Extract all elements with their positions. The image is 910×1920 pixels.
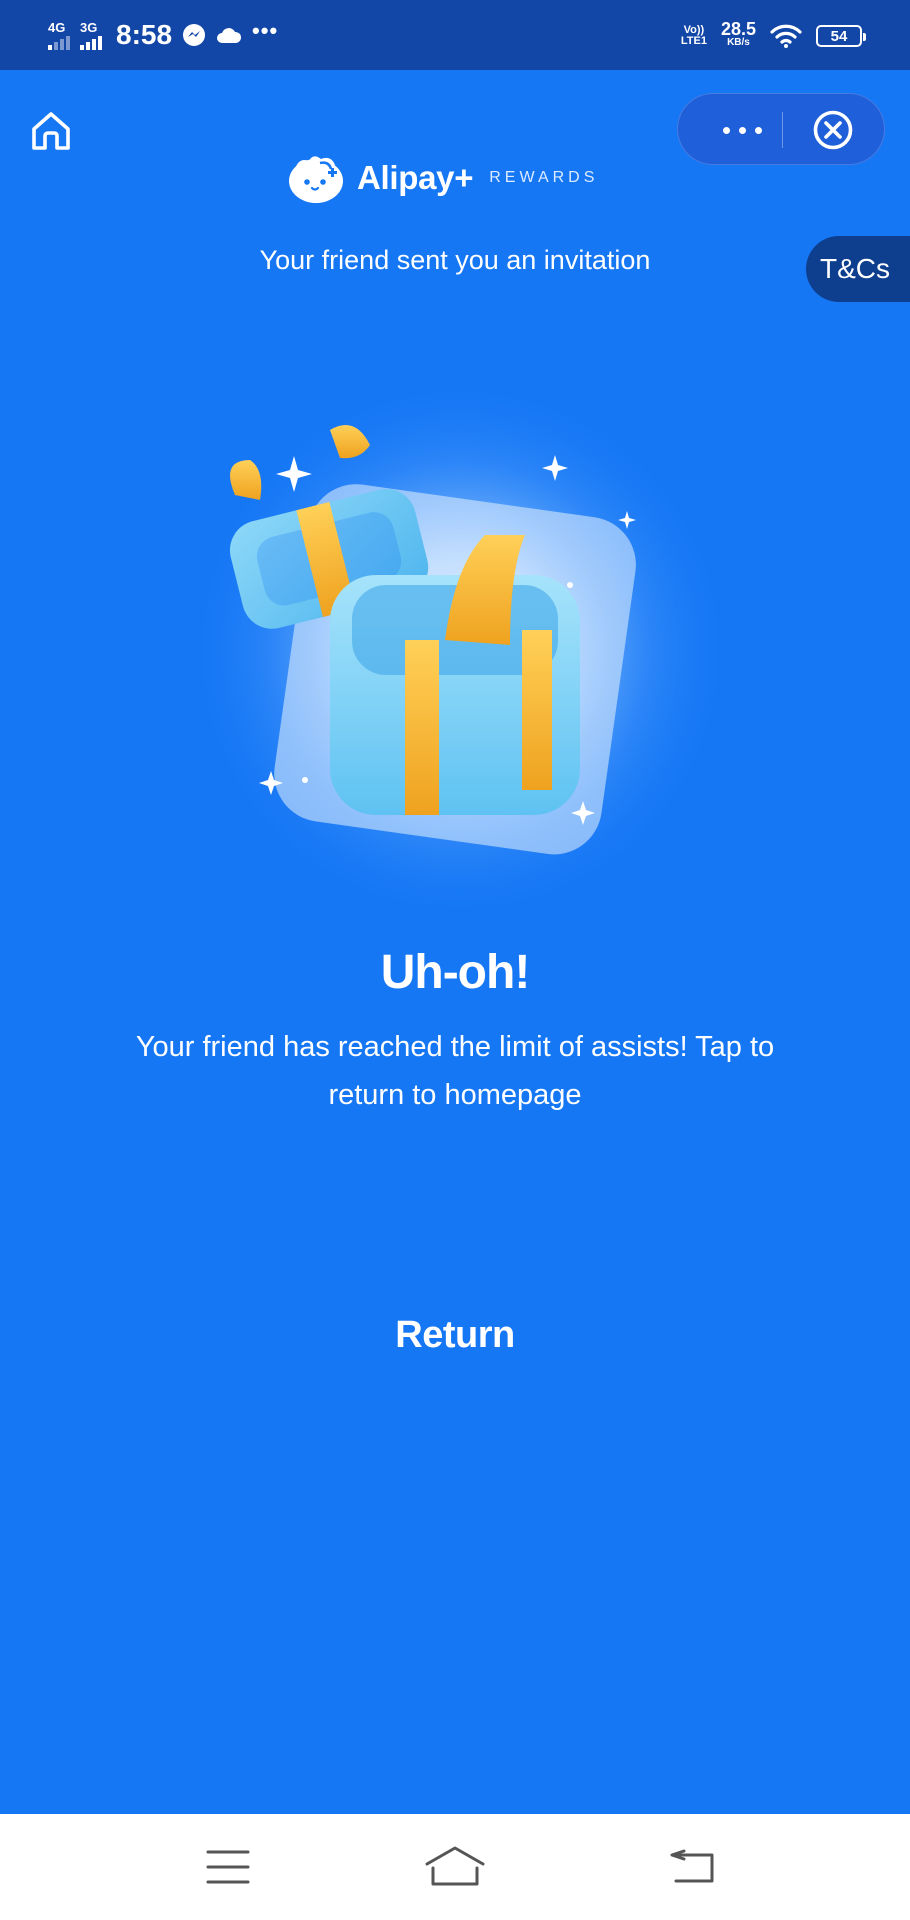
miniapp-capsule [677, 93, 885, 165]
gift-box-illustration [190, 380, 730, 920]
more-notifications-icon: ••• [252, 18, 279, 43]
mascot-logo-icon [289, 156, 343, 203]
close-icon[interactable] [812, 109, 854, 151]
back-icon[interactable] [670, 1847, 716, 1885]
battery-level: 54 [830, 27, 848, 45]
signal-bars-icon [80, 35, 102, 50]
status-left: 4G 3G 8:58 ••• [48, 14, 278, 56]
logo-tag: REWARDS [489, 169, 599, 186]
logo-name: Alipay+ [357, 159, 474, 196]
network-speed: 28.5 KB/s [720, 19, 756, 50]
network-label-3g: 3G [80, 19, 98, 35]
signal-3g: 3G [80, 21, 102, 50]
battery-icon: 54 [816, 25, 866, 47]
more-options-button[interactable] [712, 94, 772, 166]
status-right: Vo)) LTE1 28.5 KB/s 54 [681, 16, 866, 56]
alipay-rewards-logo: Alipay+ REWARDS [285, 150, 598, 206]
volte-indicator: Vo)) LTE1 [681, 25, 707, 47]
return-button[interactable]: Return [355, 1305, 555, 1365]
wifi-icon [770, 24, 802, 48]
error-title: Uh-oh! [380, 946, 531, 999]
signal-bars-icon [48, 35, 70, 50]
tcs-tab[interactable]: T&Cs [806, 236, 910, 302]
speed-value: 28.5 [720, 19, 756, 39]
signal-4g: 4G [48, 21, 70, 50]
menu-icon[interactable] [206, 1848, 250, 1886]
messenger-icon [183, 24, 206, 46]
lte-label: LTE1 [680, 35, 707, 47]
home-nav-icon[interactable] [423, 1844, 487, 1888]
capsule-divider [782, 112, 783, 148]
system-nav-bar [0, 1814, 910, 1920]
status-bar: 4G 3G 8:58 ••• Vo)) LTE1 28.5 KB/s 54 [0, 0, 910, 70]
home-icon[interactable] [28, 108, 74, 154]
invitation-text: Your friend sent you an invitation [259, 245, 651, 275]
clock: 8:58 [116, 19, 173, 50]
error-message: Your friend has reached the limit of ass… [135, 1031, 775, 1111]
cloud-icon [217, 28, 242, 43]
network-label-4g: 4G [48, 19, 66, 35]
